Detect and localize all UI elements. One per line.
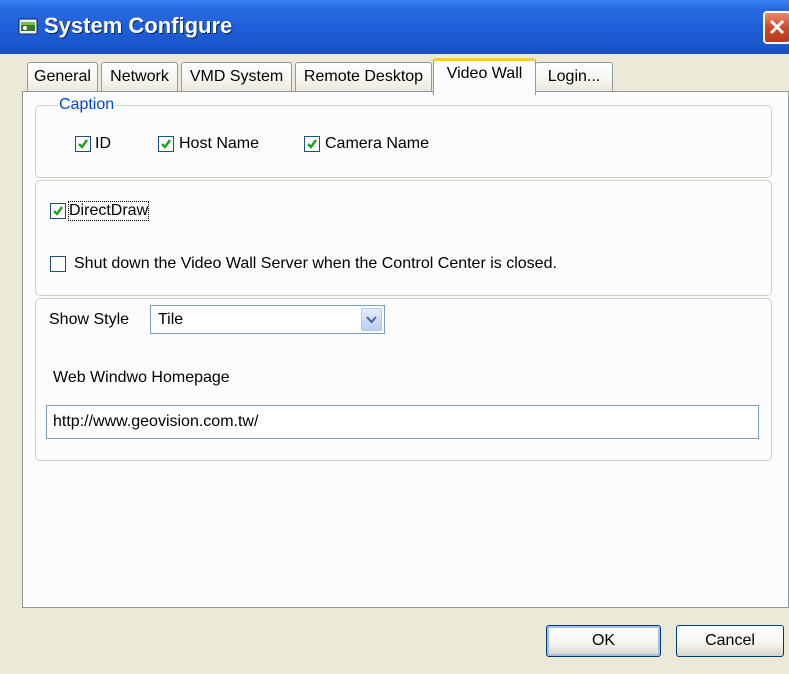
show-style-label: Show Style [49, 311, 130, 328]
shutdown-server-label: Shut down the Video Wall Server when the… [74, 255, 557, 272]
host-name-label: Host Name [179, 135, 260, 152]
checkmark-icon [307, 139, 318, 149]
tab-network[interactable]: Network [101, 62, 178, 92]
homepage-url-input[interactable]: http://www.geovision.com.tw/ [46, 405, 759, 439]
caption-legend: Caption [57, 96, 117, 114]
directdraw-label: DirectDraw [67, 201, 150, 221]
directdraw-checkbox[interactable] [50, 203, 66, 219]
tab-vmd-system[interactable]: VMD System [181, 62, 292, 92]
host-name-checkbox[interactable] [158, 136, 174, 152]
close-button[interactable] [763, 11, 789, 44]
checkmark-icon [78, 139, 89, 149]
tab-login[interactable]: Login... [535, 62, 613, 92]
show-style-value: Tile [158, 311, 184, 328]
chevron-down-icon [366, 316, 377, 324]
camera-name-checkbox[interactable] [304, 136, 320, 152]
tab-general[interactable]: General [27, 62, 98, 92]
app-window-icon [18, 17, 38, 37]
options-group [35, 180, 772, 296]
show-style-select[interactable]: Tile [150, 305, 385, 334]
web-window-homepage-label: Web Windwo Homepage [53, 369, 230, 386]
checkmark-icon [53, 206, 64, 216]
ok-button[interactable]: OK [546, 625, 661, 657]
shutdown-server-checkbox[interactable] [50, 256, 66, 272]
tab-video-wall[interactable]: Video Wall [433, 58, 536, 95]
tab-remote-desktop[interactable]: Remote Desktop [295, 62, 432, 92]
window-title: System Configure [44, 13, 233, 38]
title-bar[interactable]: System Configure [0, 0, 789, 54]
id-label: ID [95, 135, 111, 152]
cancel-button[interactable]: Cancel [676, 625, 784, 657]
id-checkbox[interactable] [75, 136, 91, 152]
checkmark-icon [161, 139, 172, 149]
camera-name-label: Camera Name [325, 135, 430, 152]
system-configure-window: System Configure General Network VMD Sys… [0, 0, 789, 674]
show-style-dropdown-button[interactable] [361, 308, 382, 331]
